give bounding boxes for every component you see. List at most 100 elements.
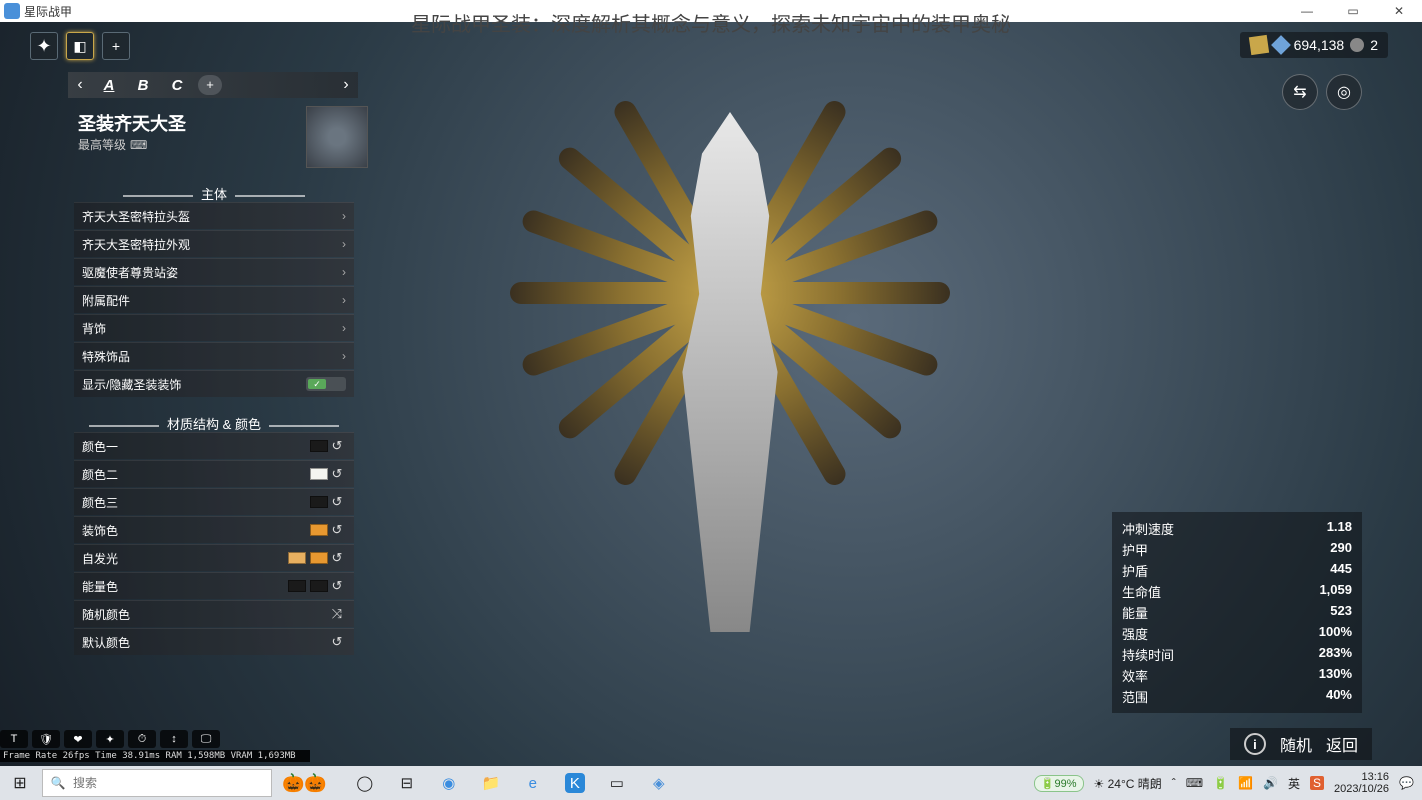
tray-chevron-icon[interactable]: ˆ — [1172, 776, 1176, 790]
appearance-tab-icon[interactable]: ◧ — [66, 32, 94, 60]
color-row-2[interactable]: 颜色三↺ — [74, 488, 354, 515]
toggle-switch[interactable]: ✓ — [306, 377, 346, 391]
chevron-right-icon: › — [342, 349, 346, 363]
camera-button[interactable]: ◎ — [1326, 74, 1362, 110]
color-row-6[interactable]: 随机颜色⤨ — [74, 600, 354, 627]
main-row-5[interactable]: 特殊饰品› — [74, 342, 354, 369]
color-swatch[interactable] — [310, 468, 328, 480]
task-view-button[interactable]: ◯ — [355, 773, 375, 793]
debug-icon[interactable]: ✦ — [96, 730, 124, 748]
row-label: 附属配件 — [82, 292, 342, 309]
shuffle-icon[interactable]: ⤨ — [328, 606, 346, 622]
next-loadout-button[interactable]: › — [334, 76, 358, 94]
random-button[interactable]: 随机 — [1280, 732, 1312, 756]
color-swatch[interactable] — [310, 580, 328, 592]
color-swatch[interactable] — [310, 440, 328, 452]
window-max-button[interactable]: ▭ — [1330, 4, 1376, 18]
app-k-icon[interactable]: K — [565, 773, 585, 793]
add-slot-button[interactable]: + — [102, 32, 130, 60]
currency-panel[interactable]: 694,138 2 — [1240, 32, 1388, 58]
stat-value: 130% — [1319, 666, 1352, 685]
loadout-tabs: ‹ A B C + › — [68, 72, 358, 98]
notifications-button[interactable]: 💬 — [1399, 776, 1414, 790]
row-label: 默认颜色 — [82, 634, 328, 651]
warframe-model-viewport[interactable] — [420, 32, 1040, 712]
stat-value: 1.18 — [1327, 519, 1352, 538]
info-button[interactable]: i — [1244, 733, 1266, 755]
row-label: 特殊饰品 — [82, 348, 342, 365]
rank-icon: ⌨ — [130, 138, 147, 152]
main-row-3[interactable]: 附属配件› — [74, 286, 354, 313]
loadout-tab-c[interactable]: C — [160, 77, 194, 94]
chevron-right-icon: › — [342, 209, 346, 223]
reset-icon[interactable]: ↺ — [328, 578, 346, 594]
loadout-tab-a[interactable]: A — [92, 77, 126, 94]
taskbar-clock[interactable]: 13:16 2023/10/26 — [1334, 771, 1389, 795]
loadout-tab-b[interactable]: B — [126, 77, 160, 94]
reset-icon[interactable]: ↺ — [328, 438, 346, 454]
tray-wifi-icon[interactable]: 📶 — [1238, 776, 1253, 790]
debug-icon[interactable]: ❤ — [64, 730, 92, 748]
color-swatch[interactable] — [288, 580, 306, 592]
tray-volume-icon[interactable]: 🔊 — [1263, 776, 1278, 790]
color-row-5[interactable]: 能量色↺ — [74, 572, 354, 599]
color-row-3[interactable]: 装饰色↺ — [74, 516, 354, 543]
stat-value: 1,059 — [1319, 582, 1352, 601]
reset-icon[interactable]: ↺ — [328, 522, 346, 538]
reset-icon[interactable]: ↺ — [328, 550, 346, 566]
warframe-taskbar-icon[interactable]: ◈ — [649, 773, 669, 793]
explorer-icon[interactable]: 📁 — [481, 773, 501, 793]
debug-icon[interactable]: T — [0, 730, 28, 748]
debug-icon[interactable]: 🛡 — [32, 730, 60, 748]
reset-icon[interactable]: ↺ — [328, 634, 346, 650]
notepad-icon[interactable]: ▭ — [607, 773, 627, 793]
color-swatch[interactable] — [310, 524, 328, 536]
stat-row: 护甲290 — [1122, 539, 1352, 560]
debug-icon[interactable]: 🖵 — [192, 730, 220, 748]
link-button[interactable]: ⇆ — [1282, 74, 1318, 110]
tray-s-icon[interactable]: S — [1310, 776, 1324, 790]
edge-icon[interactable]: ◉ — [439, 773, 459, 793]
stat-value: 523 — [1330, 603, 1352, 622]
window-close-button[interactable]: ✕ — [1376, 4, 1422, 18]
tray-lang-icon[interactable]: 英 — [1288, 775, 1300, 792]
chevron-right-icon: › — [342, 321, 346, 335]
color-row-0[interactable]: 颜色一↺ — [74, 432, 354, 459]
start-button[interactable]: ⊞ — [0, 773, 40, 793]
color-row-1[interactable]: 颜色二↺ — [74, 460, 354, 487]
back-button[interactable]: 返回 — [1326, 732, 1358, 756]
reset-icon[interactable]: ↺ — [328, 494, 346, 510]
stat-row: 效率130% — [1122, 665, 1352, 686]
battery-pill[interactable]: 🔋99% — [1034, 775, 1084, 792]
stat-row: 生命值1,059 — [1122, 581, 1352, 602]
row-label: 自发光 — [82, 550, 284, 567]
platinum-value: 2 — [1370, 37, 1378, 53]
color-swatch[interactable] — [310, 552, 328, 564]
tray-battery-icon[interactable]: 🔋 — [1213, 776, 1228, 790]
weather-widget[interactable]: ☀ 24°C 晴朗 — [1094, 775, 1162, 792]
main-row-6[interactable]: 显示/隐藏圣装装饰✓ — [74, 370, 354, 397]
reset-icon[interactable]: ↺ — [328, 466, 346, 482]
ie-icon[interactable]: e — [523, 773, 543, 793]
color-row-4[interactable]: 自发光 ↺ — [74, 544, 354, 571]
row-label: 齐天大圣密特拉头盔 — [82, 208, 342, 225]
color-swatch[interactable] — [288, 552, 306, 564]
add-loadout-button[interactable]: + — [198, 75, 222, 95]
tray-ime-icon[interactable]: ⌨ — [1186, 776, 1203, 790]
debug-icon[interactable]: ⏱ — [128, 730, 156, 748]
stat-value: 290 — [1330, 540, 1352, 559]
color-swatch[interactable] — [310, 496, 328, 508]
lotus-icon[interactable]: ✦ — [30, 32, 58, 60]
prev-loadout-button[interactable]: ‹ — [68, 76, 92, 94]
main-row-0[interactable]: 齐天大圣密特拉头盔› — [74, 202, 354, 229]
window-min-button[interactable]: — — [1284, 4, 1330, 18]
debug-icon[interactable]: ↕ — [160, 730, 188, 748]
main-row-2[interactable]: 驱魔使者尊贵站姿› — [74, 258, 354, 285]
main-row-1[interactable]: 齐天大圣密特拉外观› — [74, 230, 354, 257]
warframe-thumbnail[interactable] — [306, 106, 368, 168]
main-row-4[interactable]: 背饰› — [74, 314, 354, 341]
cortana-button[interactable]: ⊟ — [397, 773, 417, 793]
search-input[interactable] — [73, 776, 271, 790]
color-row-7[interactable]: 默认颜色↺ — [74, 628, 354, 655]
taskbar-search[interactable]: 🔍 — [42, 769, 272, 797]
